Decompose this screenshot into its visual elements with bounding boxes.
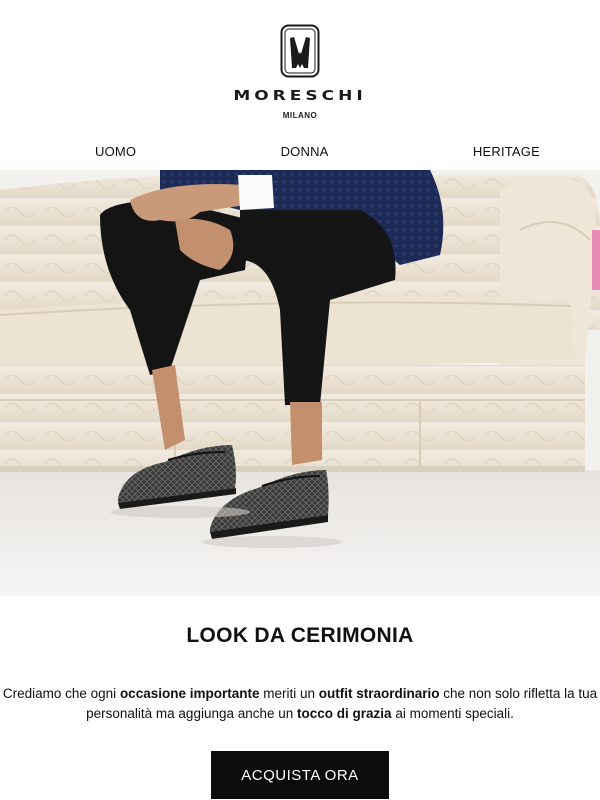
- email-page: MORESCHI MILANO UOMO DONNA HERITAGE LOOK…: [0, 0, 600, 800]
- nav-item-uomo[interactable]: UOMO: [95, 144, 136, 159]
- cta-container: ACQUISTA ORA: [0, 751, 600, 799]
- body-text-4: ai momenti speciali.: [391, 706, 514, 721]
- body-paragraph: Crediamo che ogni occasione importante m…: [0, 684, 600, 724]
- shop-now-button[interactable]: ACQUISTA ORA: [211, 751, 389, 799]
- header: MORESCHI MILANO: [0, 0, 600, 132]
- body-bold-3: tocco di grazia: [297, 706, 392, 721]
- hero-image[interactable]: [0, 170, 600, 596]
- body-text-2: meriti un: [259, 686, 319, 701]
- body-bold-1: occasione importante: [119, 686, 260, 701]
- moreschi-crest-icon[interactable]: [280, 24, 320, 78]
- brand-subtitle: MILANO: [282, 111, 318, 120]
- brand-name: MORESCHI: [233, 88, 367, 104]
- nav-item-donna[interactable]: DONNA: [281, 144, 329, 159]
- hero-illustration: [0, 170, 600, 596]
- body-text-1: Crediamo che ogni: [2, 686, 120, 701]
- nav-item-heritage[interactable]: HERITAGE: [473, 144, 540, 159]
- body-bold-2: outfit straordinario: [318, 686, 440, 701]
- main-nav: UOMO DONNA HERITAGE: [0, 132, 600, 170]
- section-title: LOOK DA CERIMONIA: [186, 624, 414, 647]
